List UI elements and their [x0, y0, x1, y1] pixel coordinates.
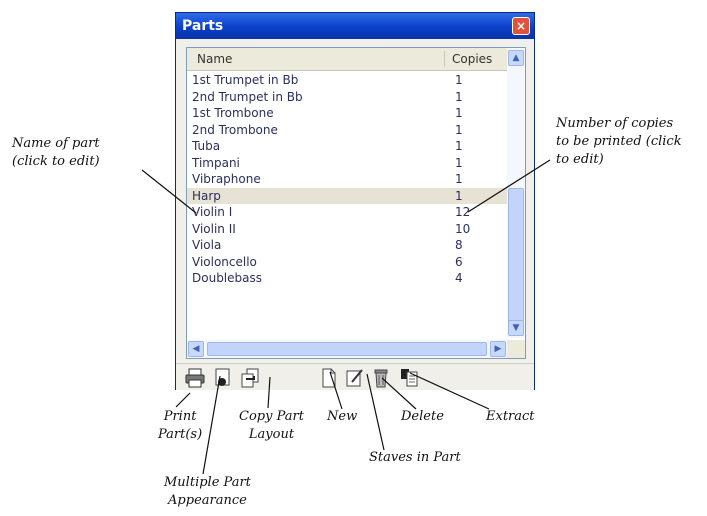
- delete-callout: Delete: [401, 409, 444, 424]
- copies-cell[interactable]: 1: [455, 73, 463, 87]
- scroll-left-icon[interactable]: ◀: [188, 341, 204, 357]
- table-row[interactable]: Viola 8: [187, 237, 509, 254]
- scroll-up-icon[interactable]: ▲: [508, 50, 524, 66]
- callout-line: Appearance: [168, 493, 247, 508]
- callout-line: Layout: [248, 427, 295, 442]
- part-name-cell[interactable]: Tuba: [192, 139, 220, 153]
- copies-cell[interactable]: 1: [455, 172, 463, 186]
- name-column-header[interactable]: Name: [197, 52, 232, 66]
- part-name-cell[interactable]: Timpani: [192, 156, 240, 170]
- callout-line: Copy Part: [239, 409, 304, 424]
- table-row[interactable]: 2nd Trumpet in Bb 1: [187, 89, 509, 106]
- part-name-cell[interactable]: 2nd Trombone: [192, 123, 278, 137]
- copies-cell[interactable]: 1: [455, 156, 463, 170]
- extract-parts-button[interactable]: [398, 367, 420, 389]
- table-row[interactable]: Harp 1: [187, 187, 509, 204]
- extract-callout: Extract: [486, 409, 535, 424]
- extract-icon: [401, 369, 418, 387]
- part-name-cell[interactable]: Harp: [192, 189, 221, 203]
- copies-cell[interactable]: 10: [455, 222, 470, 236]
- parts-list: Name Copies 1st Trumpet in Bb 1 2nd Trumpe…: [186, 47, 526, 359]
- callout-line: Name of part: [12, 136, 100, 151]
- print-parts-button[interactable]: [184, 367, 206, 389]
- copies-cell[interactable]: 1: [455, 189, 463, 203]
- callout-line: Part(s): [158, 427, 203, 442]
- table-row[interactable]: 2nd Trombone 1: [187, 122, 509, 139]
- staves-in-part-callout: Staves in Part: [369, 450, 461, 465]
- table-row[interactable]: Tuba 1: [187, 138, 509, 155]
- table-row[interactable]: 1st Trumpet in Bb 1: [187, 72, 509, 89]
- copies-cell[interactable]: 1: [455, 139, 463, 153]
- part-name-cell[interactable]: 2nd Trumpet in Bb: [192, 90, 303, 104]
- part-name-cell[interactable]: 1st Trombone: [192, 106, 274, 120]
- table-row[interactable]: Doublebass 4: [187, 270, 509, 287]
- print-parts-callout: Print Part(s): [158, 408, 202, 444]
- window-title: Parts: [182, 18, 224, 34]
- leader-line: [202, 375, 221, 475]
- staves-in-part-button[interactable]: [344, 367, 366, 389]
- title-bar[interactable]: Parts ×: [176, 13, 534, 39]
- table-row[interactable]: Violoncello 6: [187, 254, 509, 271]
- column-divider[interactable]: [444, 51, 445, 67]
- parts-rows: 1st Trumpet in Bb 1 2nd Trumpet in Bb 1 1st …: [187, 72, 509, 287]
- scroll-down-icon[interactable]: ▼: [508, 320, 524, 336]
- leader-line: [175, 392, 191, 408]
- vertical-scroll-thumb[interactable]: [508, 188, 524, 323]
- multiple-part-appearance-icon: [215, 368, 230, 386]
- parts-window: Parts × Name Copies 1st Trumpet in Bb 1 2n…: [175, 12, 535, 390]
- horizontal-scrollbar[interactable]: ◀ ▶: [187, 340, 507, 358]
- part-name-cell[interactable]: Vibraphone: [192, 172, 261, 186]
- copies-cell[interactable]: 1: [455, 106, 463, 120]
- part-name-cell[interactable]: Violoncello: [192, 255, 257, 269]
- multiple-part-appearance-callout: Multiple Part Appearance: [164, 474, 251, 510]
- print-icon: [185, 368, 205, 388]
- scroll-right-icon[interactable]: ▶: [490, 341, 506, 357]
- callout-line: Multiple Part: [164, 475, 251, 490]
- callout-line: to edit): [556, 152, 604, 167]
- copy-part-layout-icon: [241, 368, 259, 388]
- delete-icon: [374, 369, 388, 388]
- copies-cell[interactable]: 6: [455, 255, 463, 269]
- horizontal-scroll-thumb[interactable]: [207, 342, 487, 356]
- scroll-corner: [507, 340, 525, 358]
- vertical-scrollbar[interactable]: ▲ ▼: [507, 48, 525, 338]
- copies-column-header[interactable]: Copies: [452, 52, 492, 66]
- new-part-button[interactable]: [318, 367, 340, 389]
- name-of-part-callout: Name of part (click to edit): [12, 135, 100, 171]
- delete-part-button[interactable]: [370, 367, 392, 389]
- callout-line: to be printed (click: [556, 134, 682, 149]
- callout-line: Print: [163, 409, 197, 424]
- parts-toolbar: [176, 363, 534, 390]
- copies-cell[interactable]: 1: [455, 123, 463, 137]
- list-header: Name Copies: [187, 48, 507, 71]
- new-part-icon: [322, 368, 336, 388]
- part-name-cell[interactable]: 1st Trumpet in Bb: [192, 73, 298, 87]
- copies-cell[interactable]: 8: [455, 238, 463, 252]
- table-row[interactable]: 1st Trombone 1: [187, 105, 509, 122]
- copy-part-layout-button[interactable]: [240, 367, 262, 389]
- part-name-cell[interactable]: Violin II: [192, 222, 236, 236]
- callout-line: (click to edit): [12, 154, 100, 169]
- multiple-part-appearance-button[interactable]: [212, 367, 234, 389]
- table-row[interactable]: Vibraphone 1: [187, 171, 509, 188]
- table-row[interactable]: Timpani 1: [187, 155, 509, 172]
- close-icon[interactable]: ×: [512, 17, 530, 35]
- callout-line: Number of copies: [556, 116, 674, 131]
- part-name-cell[interactable]: Violin I: [192, 205, 232, 219]
- copies-cell[interactable]: 12: [455, 205, 470, 219]
- table-row[interactable]: Violin II 10: [187, 221, 509, 238]
- part-name-cell[interactable]: Viola: [192, 238, 221, 252]
- copies-cell[interactable]: 1: [455, 90, 463, 104]
- copy-part-layout-callout: Copy Part Layout: [239, 408, 304, 444]
- table-row[interactable]: Violin I 12: [187, 204, 509, 221]
- number-of-copies-callout: Number of copies to be printed (click to…: [556, 115, 682, 169]
- staves-in-part-icon: [346, 369, 363, 387]
- new-callout: New: [327, 409, 358, 424]
- copies-cell[interactable]: 4: [455, 271, 463, 285]
- part-name-cell[interactable]: Doublebass: [192, 271, 262, 285]
